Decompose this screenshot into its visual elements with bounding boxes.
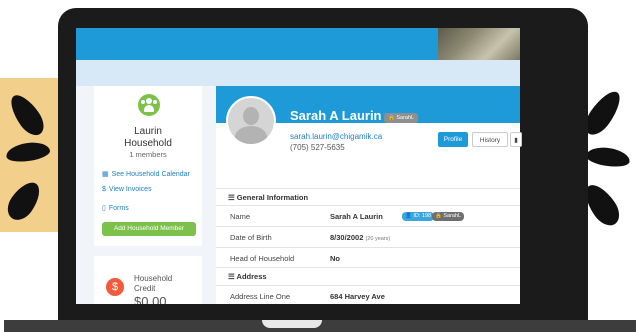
dob-age-note: (20 years)	[365, 236, 391, 242]
tab-history[interactable]: History	[472, 132, 508, 147]
credit-label-line1: Household	[134, 274, 173, 283]
calendar-icon: ▦	[102, 171, 109, 178]
divider	[216, 285, 520, 286]
profile-avatar	[226, 96, 276, 146]
household-credit-card: $ Household Credit $0.00	[94, 256, 202, 304]
tab-more[interactable]: ▮	[510, 132, 522, 147]
household-name-line1: Laurin	[134, 126, 162, 137]
see-household-calendar-link[interactable]: ▦ See Household Calendar	[102, 170, 190, 179]
household-card: Laurin Household 1 members ▦ See Househo…	[94, 86, 202, 246]
add-household-member-button[interactable]: Add Household Member	[102, 222, 196, 236]
divider	[216, 247, 520, 248]
tab-profile[interactable]: Profile	[438, 132, 468, 147]
general-information-heading: ☰ General Information	[228, 193, 309, 202]
link-label: See Household Calendar	[111, 170, 190, 178]
credit-value: $0.00	[134, 294, 167, 304]
name-value: Sarah A Laurin	[330, 212, 383, 221]
address-line-one-label: Address Line One	[230, 292, 291, 301]
decor-stroke	[584, 145, 632, 169]
credit-label-line2: Credit	[134, 284, 156, 293]
divider	[216, 267, 520, 268]
forms-link[interactable]: ▯ Forms	[102, 204, 129, 213]
name-label: Name	[230, 212, 251, 221]
view-invoices-link[interactable]: $ View Invoices	[102, 186, 152, 193]
household-name: Laurin Household	[94, 126, 202, 150]
head-of-household-label: Head of Household	[230, 254, 295, 263]
profile-phone: (705) 527-5635	[290, 143, 345, 152]
divider	[216, 188, 520, 189]
address-heading: ☰ Address	[228, 272, 267, 281]
username-tag: 🔒 SarahL	[384, 113, 419, 123]
credit-label: Household Credit	[134, 274, 194, 294]
household-group-icon	[138, 94, 160, 116]
head-of-household-value: No	[330, 254, 340, 263]
profile-name: Sarah A Laurin	[290, 108, 382, 123]
app-sub-bar	[76, 60, 520, 86]
link-label: Forms	[108, 204, 129, 212]
dollar-icon: $	[102, 186, 106, 193]
household-name-line2: Household	[124, 138, 172, 149]
dob-date: 8/30/2002	[330, 233, 364, 242]
id-badge: 👤 ID: 198	[402, 212, 435, 221]
document-icon: ▯	[102, 205, 106, 212]
address-line-one-value: 684 Harvey Ave	[330, 292, 385, 301]
laptop-screen: Laurin Household 1 members ▦ See Househo…	[76, 28, 520, 304]
date-of-birth-label: Date of Birth	[230, 233, 272, 242]
avatar-head	[243, 107, 259, 125]
household-member-count: 1 members	[129, 150, 167, 159]
laptop-notch	[262, 320, 322, 328]
dollar-circle-icon: $	[106, 278, 124, 296]
divider	[216, 226, 520, 227]
username-badge: 🔒 SarahL	[432, 212, 465, 221]
avatar-body	[235, 126, 267, 144]
divider	[216, 205, 520, 206]
profile-email-link[interactable]: sarah.laurin@chigamik.ca	[290, 132, 382, 141]
date-of-birth-value: 8/30/2002 (20 years)	[330, 233, 390, 242]
link-label: View Invoices	[108, 186, 152, 193]
stage: Laurin Household 1 members ▦ See Househo…	[0, 0, 640, 332]
